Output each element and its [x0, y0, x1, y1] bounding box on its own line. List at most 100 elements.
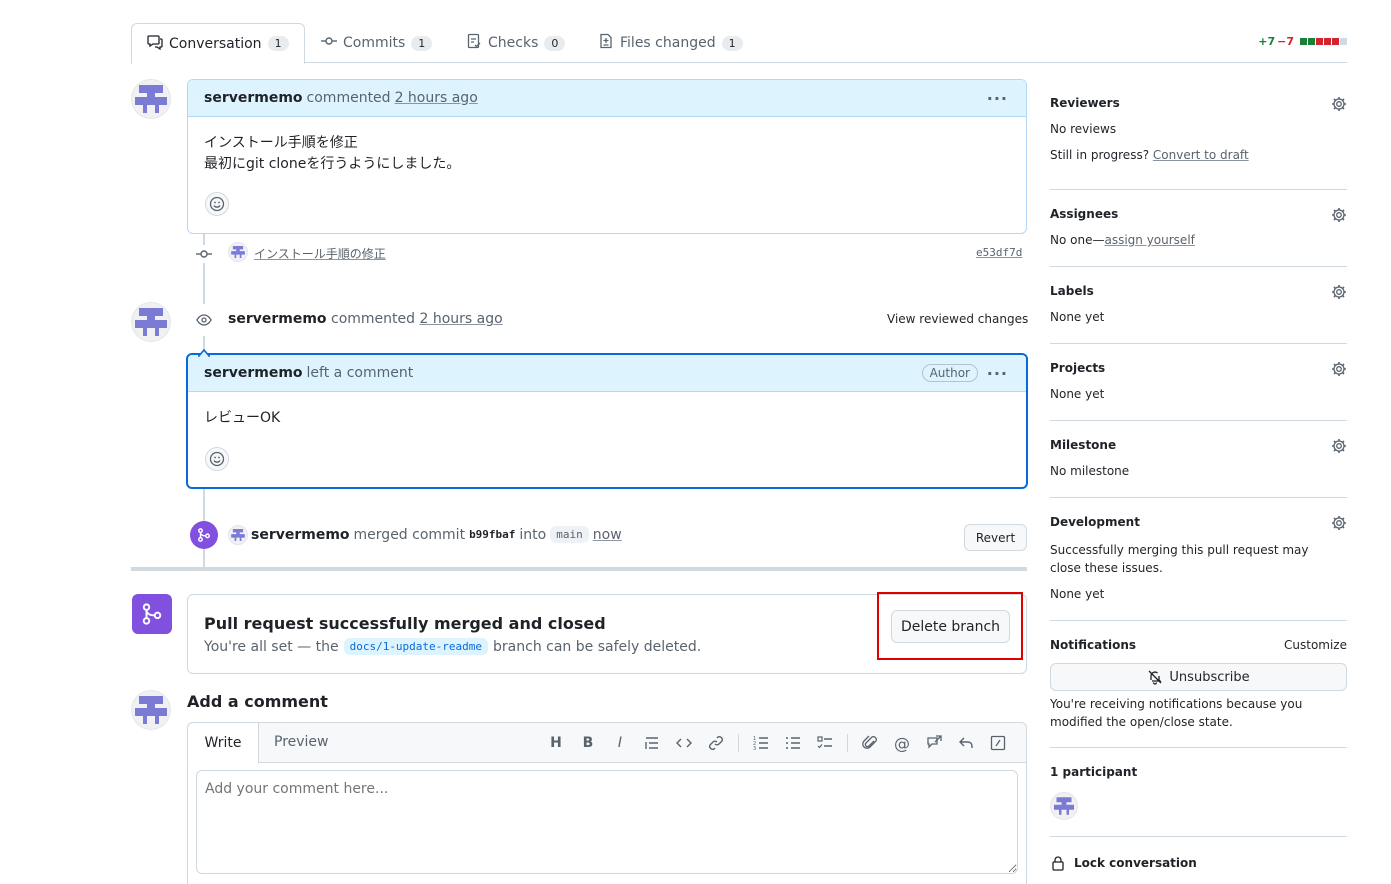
comment-discussion-icon [147, 34, 163, 54]
sidebar-participants: 1 participant [1050, 765, 1347, 825]
comment-action: commented [306, 90, 391, 106]
review-comment-header: servermemo left a comment Author ··· [188, 355, 1026, 392]
tab-checks[interactable]: Checks 0 [451, 23, 580, 63]
reviewers-value: No reviews [1050, 122, 1117, 136]
merge-commit-sha[interactable]: b99fbaf [469, 528, 515, 541]
lock-icon [1052, 856, 1064, 871]
gear-icon[interactable] [1331, 438, 1347, 454]
editor-toolbar: H B I 123 @ [546, 733, 1008, 753]
preview-tab[interactable]: Preview [274, 734, 329, 750]
commit-message-link[interactable]: インストール手順の修正 [254, 245, 386, 262]
comment-header: servermemo commented 2 hours ago ··· [188, 80, 1026, 117]
gear-icon[interactable] [1331, 96, 1347, 112]
file-diff-icon [598, 33, 614, 53]
projects-title[interactable]: Projects [1050, 361, 1105, 375]
bell-slash-icon [1148, 670, 1162, 685]
notifications-reason: You're receiving notifications because y… [1050, 697, 1303, 729]
checklist-icon [466, 33, 482, 53]
tab-files-changed[interactable]: Files changed 1 [583, 23, 758, 63]
tab-counter: 1 [267, 36, 289, 51]
fullscreen-icon[interactable] [988, 733, 1008, 753]
avatar[interactable] [131, 79, 171, 119]
tab-counter: 1 [411, 35, 433, 51]
kebab-horizontal-icon[interactable]: ··· [987, 364, 1008, 383]
assign-yourself-link[interactable]: assign yourself [1104, 233, 1194, 247]
diffstat: +7 −7 [1258, 35, 1347, 48]
write-tab[interactable]: Write [187, 722, 259, 764]
head-branch[interactable]: docs/1-update-readme [343, 638, 489, 655]
delete-branch-button[interactable]: Delete branch [891, 610, 1010, 643]
comment-textarea[interactable] [196, 770, 1018, 874]
sidebar-development: Development Successfully merging this pu… [1050, 515, 1347, 605]
gear-icon[interactable] [1331, 515, 1347, 531]
customize-link[interactable]: Customize [1284, 638, 1347, 652]
sidebar-divider [1050, 747, 1347, 748]
unsubscribe-label: Unsubscribe [1169, 669, 1250, 685]
paperclip-icon[interactable] [860, 733, 880, 753]
assignees-title[interactable]: Assignees [1050, 207, 1118, 221]
tab-counter: 1 [721, 35, 743, 51]
sidebar-reviewers: Reviewers No reviews Still in progress? … [1050, 96, 1347, 166]
lock-conversation-link[interactable]: Lock conversation [1050, 853, 1347, 873]
revert-button[interactable]: Revert [964, 524, 1027, 551]
draft-prompt-text: Still in progress? [1050, 148, 1150, 162]
avatar[interactable] [228, 525, 248, 545]
tab-label: Files changed [620, 35, 716, 51]
convert-to-draft-link[interactable]: Convert to draft [1153, 148, 1249, 162]
base-branch[interactable]: main [550, 526, 589, 543]
review-comment-action: left a comment [306, 365, 414, 381]
participant-avatar[interactable] [1050, 792, 1078, 820]
tab-commits[interactable]: Commits 1 [306, 23, 447, 63]
commit-sha-link[interactable]: e53df7d [976, 246, 1022, 259]
comment-author[interactable]: servermemo [204, 90, 303, 106]
code-icon[interactable] [674, 733, 694, 753]
reviewers-title[interactable]: Reviewers [1050, 96, 1120, 110]
tab-conversation[interactable]: Conversation 1 [131, 23, 305, 64]
merged-title: Pull request successfully merged and clo… [204, 614, 606, 633]
development-title[interactable]: Development [1050, 515, 1140, 529]
milestone-title[interactable]: Milestone [1050, 438, 1116, 452]
bold-icon[interactable]: B [578, 733, 598, 753]
review-header: servermemo commented 2 hours ago [228, 311, 503, 327]
avatar[interactable] [228, 242, 248, 262]
sidebar-divider [1050, 420, 1347, 421]
merge-action: merged commit [353, 526, 466, 543]
diffstat-block [1324, 38, 1331, 45]
tab-label: Commits [343, 35, 406, 51]
quote-icon[interactable] [642, 733, 662, 753]
avatar[interactable] [131, 690, 171, 730]
review-comment-author[interactable]: servermemo [204, 365, 303, 381]
labels-title[interactable]: Labels [1050, 284, 1094, 298]
link-icon[interactable] [706, 733, 726, 753]
unsubscribe-button[interactable]: Unsubscribe [1050, 663, 1347, 691]
gear-icon[interactable] [1331, 361, 1347, 377]
add-reaction-button[interactable] [205, 447, 229, 471]
add-reaction-button[interactable] [205, 192, 229, 216]
toolbar-divider [738, 734, 739, 752]
avatar[interactable] [131, 302, 171, 342]
mention-icon[interactable]: @ [892, 733, 912, 753]
comment-line: 最初にgit cloneを行うようにしました。 [204, 156, 461, 172]
merge-timestamp[interactable]: now [593, 527, 622, 543]
review-author[interactable]: servermemo [228, 311, 327, 327]
gear-icon[interactable] [1331, 207, 1347, 223]
merge-author[interactable]: servermemo [251, 527, 350, 543]
avatar-identicon-icon [135, 308, 167, 336]
timeline-separator [131, 567, 1027, 571]
notifications-title: Notifications [1050, 638, 1137, 652]
merged-text-before: You're all set — the [204, 638, 339, 655]
view-reviewed-changes-link[interactable]: View reviewed changes [887, 312, 1028, 326]
heading-icon[interactable]: H [546, 733, 566, 753]
tasklist-icon[interactable] [815, 733, 835, 753]
kebab-horizontal-icon[interactable]: ··· [987, 89, 1008, 108]
unordered-list-icon[interactable] [783, 733, 803, 753]
sidebar-divider [1050, 620, 1347, 621]
reply-icon[interactable] [956, 733, 976, 753]
ordered-list-icon[interactable]: 123 [751, 733, 771, 753]
italic-icon[interactable]: I [610, 733, 630, 753]
diffstat-blocks [1299, 35, 1347, 48]
comment-timestamp[interactable]: 2 hours ago [395, 90, 478, 106]
gear-icon[interactable] [1331, 284, 1347, 300]
review-timestamp[interactable]: 2 hours ago [419, 311, 502, 327]
cross-reference-icon[interactable] [924, 733, 944, 753]
